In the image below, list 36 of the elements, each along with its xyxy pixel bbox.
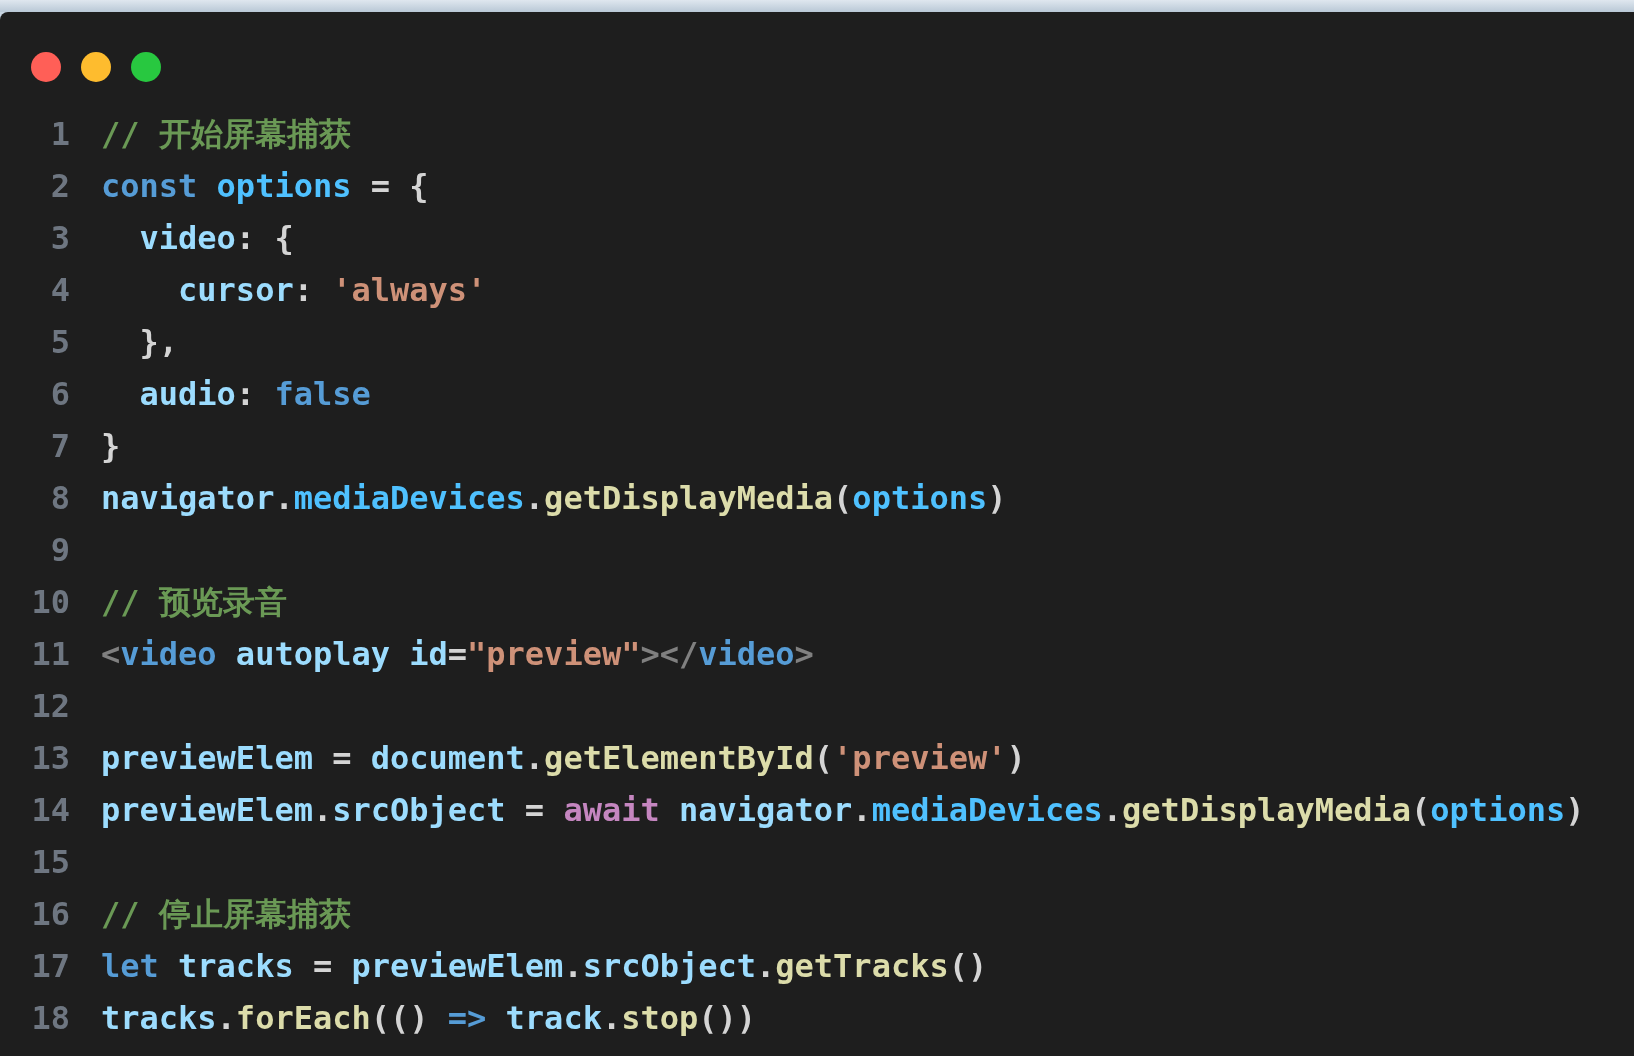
line-number: 11 bbox=[30, 634, 70, 675]
code-line: previewElem.srcObject = await navigator.mediaDevices.getDisplayMedia(options) bbox=[101, 790, 1585, 831]
line-number: 5 bbox=[49, 322, 70, 363]
line-number: 17 bbox=[30, 946, 70, 987]
code-line: // 开始屏幕捕获 bbox=[101, 114, 351, 155]
line-number: 14 bbox=[30, 790, 70, 831]
code-line: const options = { bbox=[101, 166, 429, 207]
code-line: navigator.mediaDevices.getDisplayMedia(options) bbox=[101, 478, 1007, 519]
maximize-icon[interactable] bbox=[131, 52, 161, 82]
line-number: 18 bbox=[30, 998, 70, 1039]
line-number: 12 bbox=[30, 686, 70, 727]
line-number: 4 bbox=[49, 270, 70, 311]
line-number: 6 bbox=[49, 374, 70, 415]
line-number: 13 bbox=[30, 738, 70, 779]
code-line: // 停止屏幕捕获 bbox=[101, 894, 351, 935]
line-number: 9 bbox=[49, 530, 70, 571]
code-line: video: { bbox=[138, 218, 294, 259]
line-number: 7 bbox=[49, 426, 70, 467]
code-line: } bbox=[101, 426, 121, 467]
line-number: 10 bbox=[30, 582, 70, 623]
line-number: 16 bbox=[30, 894, 70, 935]
line-number: 2 bbox=[49, 166, 70, 207]
code-line: audio: false bbox=[138, 374, 371, 415]
line-number: 1 bbox=[49, 114, 70, 155]
close-icon[interactable] bbox=[31, 52, 61, 82]
line-number: 3 bbox=[49, 218, 70, 259]
code-line: cursor: 'always' bbox=[177, 270, 487, 311]
code-line: }, bbox=[138, 322, 179, 363]
line-number: 15 bbox=[30, 842, 70, 883]
code-line: let tracks = previewElem.srcObject.getTracks() bbox=[101, 946, 988, 987]
code-line: previewElem = document.getElementById('preview') bbox=[101, 738, 1026, 779]
code-line: tracks.forEach(() => track.stop()) bbox=[101, 998, 757, 1039]
code-line: <video autoplay id="preview"></video> bbox=[101, 634, 814, 675]
minimize-icon[interactable] bbox=[81, 52, 111, 82]
line-number: 8 bbox=[49, 478, 70, 519]
code-line: // 预览录音 bbox=[101, 582, 287, 623]
